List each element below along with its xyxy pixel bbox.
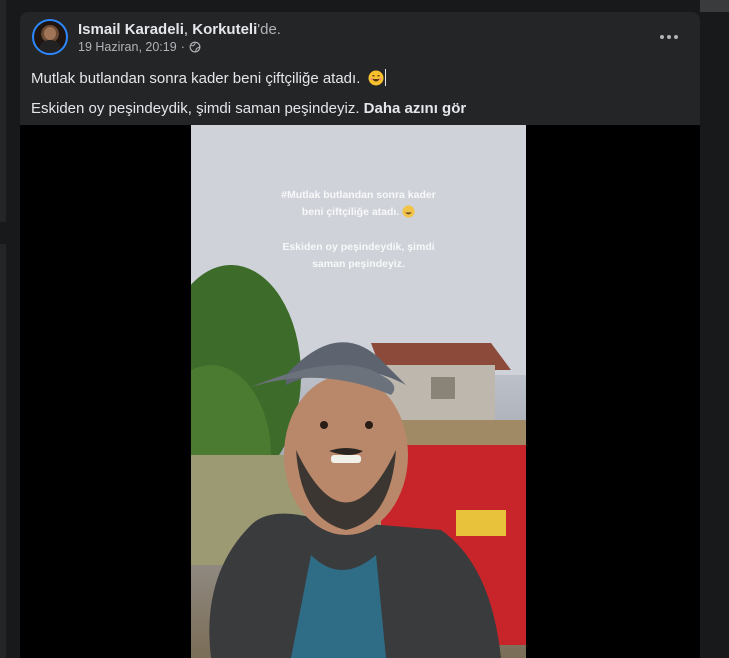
post-text-line1: Mutlak butlandan sonra kader beni çiftçi… <box>31 70 361 87</box>
location-suffix: 'de. <box>257 21 281 38</box>
video-caption-line2: beni çiftçiliğe atadı. <box>301 206 400 218</box>
more-options-button[interactable] <box>652 24 686 50</box>
video-caption-line4: saman peşindeyiz. <box>312 258 405 270</box>
left-panel-edge <box>0 0 6 222</box>
post-text-line2: Eskiden oy peşindeydik, şimdi saman peşi… <box>31 100 360 117</box>
avatar[interactable] <box>32 19 68 55</box>
post-title: Ismail Karadeli, Korkuteli'de. <box>78 21 281 38</box>
author-name[interactable]: Ismail Karadeli <box>78 21 184 38</box>
post-header: Ismail Karadeli, Korkuteli'de. 19 Hazira… <box>20 12 700 68</box>
more-options-icon <box>660 35 664 39</box>
video-caption: #Mutlak butlandan sonra kader beni çiftç… <box>191 187 526 221</box>
video-player[interactable]: #Mutlak butlandan sonra kader beni çiftç… <box>20 125 700 658</box>
text-cursor <box>384 69 386 86</box>
post-meta: 19 Haziran, 20:19 · <box>78 40 201 54</box>
more-dot <box>667 35 671 39</box>
post-card: Ismail Karadeli, Korkuteli'de. 19 Hazira… <box>20 12 700 658</box>
grinning-face-icon <box>368 70 384 86</box>
globe-icon <box>189 41 201 53</box>
post-text-line: Eskiden oy peşindeydik, şimdi saman peşi… <box>31 99 466 119</box>
post-text: Mutlak butlandan sonra kader beni çiftçi… <box>31 69 466 119</box>
video-frame[interactable]: #Mutlak butlandan sonra kader beni çiftç… <box>191 125 526 658</box>
avatar-body <box>39 40 61 53</box>
video-caption-line1: #Mutlak butlandan sonra kader <box>281 189 436 201</box>
see-less-link[interactable]: Daha azını gör <box>364 100 467 117</box>
location-name[interactable]: Korkuteli <box>192 21 257 38</box>
video-caption-second: Eskiden oy peşindeydik, şimdi saman peşi… <box>191 239 526 273</box>
post-date[interactable]: 19 Haziran, 20:19 <box>78 40 177 54</box>
grinning-face-icon <box>402 205 415 218</box>
video-caption-line3: Eskiden oy peşindeydik, şimdi <box>282 241 435 253</box>
avatar-head <box>44 27 56 40</box>
right-panel-edge <box>700 0 729 12</box>
more-dot <box>674 35 678 39</box>
meta-separator: · <box>180 40 185 54</box>
post-text-line: Mutlak butlandan sonra kader beni çiftçi… <box>31 69 466 89</box>
video-caption-row: beni çiftçiliğe atadı. <box>191 204 526 221</box>
left-panel-edge-lower <box>0 244 6 658</box>
name-separator: , <box>183 21 189 38</box>
